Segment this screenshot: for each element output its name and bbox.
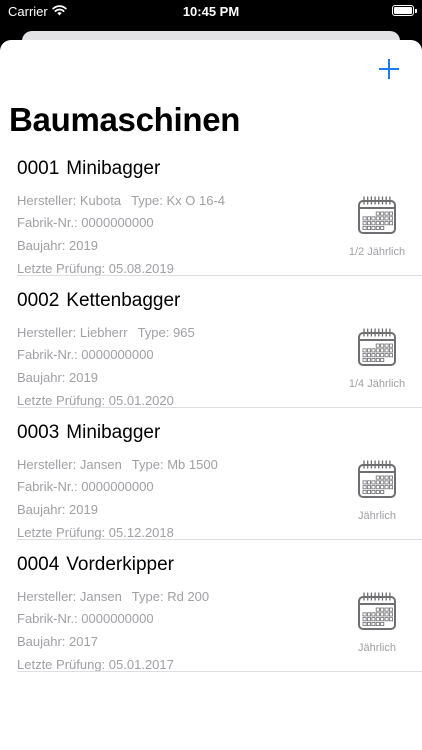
- list-item[interactable]: 0002 Kettenbagger Hersteller: Liebherr Typ…: [0, 276, 422, 408]
- battery-icon: [392, 5, 417, 16]
- year-value: 2019: [69, 238, 98, 253]
- type-value: Mb 1500: [167, 457, 218, 472]
- machine-name: Minibagger: [66, 158, 161, 179]
- serial-line: Fabrik-Nr.: 0000000000: [17, 611, 154, 626]
- serial-line: Fabrik-Nr.: 0000000000: [17, 479, 154, 494]
- year-line: Baujahr: 2019: [17, 502, 98, 517]
- inspection-line: Letzte Prüfung: 05.01.2020: [17, 393, 174, 408]
- calendar-icon: [358, 592, 396, 630]
- machine-title: 0001 Minibagger: [17, 158, 160, 180]
- machine-name: Vorderkipper: [66, 554, 175, 575]
- inspection-frequency: Jährlich: [358, 510, 396, 522]
- machine-name: Minibagger: [66, 422, 161, 443]
- add-machine-button[interactable]: [378, 58, 400, 80]
- manufacturer-value: Jansen: [79, 457, 122, 472]
- inspection-value: 05.01.2020: [108, 393, 174, 408]
- inspection-frequency: 1/4 Jährlich: [348, 378, 406, 390]
- manufacturer-line: Hersteller: Jansen Type: Mb 1500: [17, 457, 218, 472]
- modal-sheet: Baumaschinen 0001 Minibagger Hersteller: …: [0, 40, 422, 750]
- serial-value: 0000000000: [81, 479, 154, 494]
- inspection-line: Letzte Prüfung: 05.08.2019: [17, 261, 174, 276]
- clock: 10:45 PM: [182, 4, 240, 19]
- manufacturer-line: Hersteller: Kubota Type: Kx O 16-4: [17, 193, 226, 208]
- inspection-frequency: Jährlich: [358, 642, 396, 654]
- manufacturer-line: Hersteller: Liebherr Type: 965: [17, 325, 195, 340]
- machine-number: 0004: [17, 554, 60, 575]
- type-value: 965: [173, 325, 195, 340]
- year-line: Baujahr: 2019: [17, 238, 98, 253]
- inspection-value: 05.12.2018: [108, 525, 174, 540]
- machine-title: 0002 Kettenbagger: [17, 290, 180, 312]
- serial-line: Fabrik-Nr.: 0000000000: [17, 347, 154, 362]
- list-item[interactable]: 0001 Minibagger Hersteller: Kubota Type: K…: [0, 144, 422, 276]
- status-bar: Carrier 10:45 PM: [0, 0, 422, 26]
- list-item[interactable]: 0003 Minibagger Hersteller: Jansen Type: M…: [0, 408, 422, 540]
- list-item[interactable]: 0004 Vorderkipper Hersteller: Jansen Type:…: [0, 540, 422, 672]
- inspection-frequency: 1/2 Jährlich: [348, 246, 406, 258]
- calendar-icon: [358, 460, 396, 498]
- machine-list: 0001 Minibagger Hersteller: Kubota Type: K…: [0, 144, 422, 672]
- page-title: Baumaschinen: [9, 101, 241, 138]
- machine-number: 0001: [17, 158, 60, 179]
- machine-number: 0003: [17, 422, 60, 443]
- year-line: Baujahr: 2017: [17, 634, 98, 649]
- inspection-value: 05.01.2017: [108, 657, 174, 672]
- machine-number: 0002: [17, 290, 60, 311]
- calendar-icon: [358, 196, 396, 234]
- year-value: 2017: [69, 634, 98, 649]
- year-value: 2019: [69, 370, 98, 385]
- year-line: Baujahr: 2019: [17, 370, 98, 385]
- inspection-value: 05.08.2019: [108, 261, 174, 276]
- year-value: 2019: [69, 502, 98, 517]
- inspection-line: Letzte Prüfung: 05.01.2017: [17, 657, 174, 672]
- serial-value: 0000000000: [81, 611, 154, 626]
- type-value: Rd 200: [167, 589, 210, 604]
- serial-value: 0000000000: [81, 347, 154, 362]
- inspection-line: Letzte Prüfung: 05.12.2018: [17, 525, 174, 540]
- machine-title: 0004 Vorderkipper: [17, 554, 174, 576]
- row-divider: [17, 671, 422, 672]
- machine-title: 0003 Minibagger: [17, 422, 160, 444]
- manufacturer-value: Liebherr: [79, 325, 128, 340]
- serial-line: Fabrik-Nr.: 0000000000: [17, 215, 154, 230]
- manufacturer-value: Kubota: [79, 193, 122, 208]
- manufacturer-value: Jansen: [79, 589, 122, 604]
- serial-value: 0000000000: [81, 215, 154, 230]
- manufacturer-line: Hersteller: Jansen Type: Rd 200: [17, 589, 210, 604]
- machine-name: Kettenbagger: [66, 290, 181, 311]
- type-value: Kx O 16-4: [166, 193, 226, 208]
- calendar-icon: [358, 328, 396, 366]
